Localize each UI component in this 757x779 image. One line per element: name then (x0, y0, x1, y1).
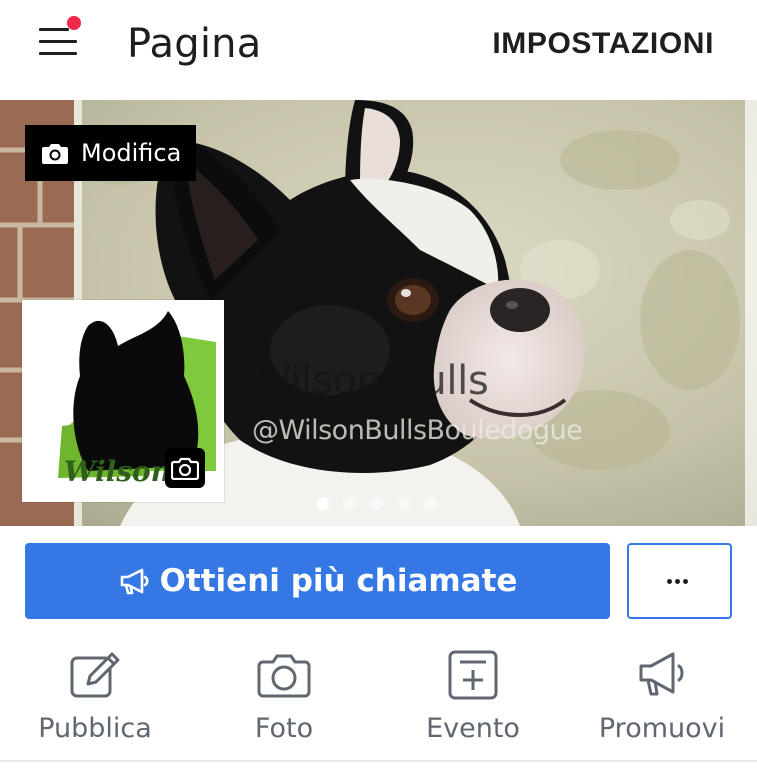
shortcut-photo[interactable]: Foto (199, 640, 369, 755)
get-more-calls-label: Ottieni più chiamate (159, 563, 518, 599)
profile-picture[interactable]: Wilson (22, 300, 224, 502)
menu-button[interactable] (28, 16, 90, 72)
top-bar: Pagina IMPOSTAZIONI (0, 0, 757, 100)
carousel-dot[interactable] (370, 497, 383, 510)
shortcut-promote-label: Promuovi (598, 713, 726, 744)
hamburger-line (39, 40, 77, 43)
hamburger-menu-icon (39, 28, 69, 31)
carousel-indicator (316, 497, 451, 510)
calendar-plus-icon (448, 650, 498, 700)
megaphone-icon (639, 652, 684, 696)
camera-icon (171, 457, 199, 480)
page-name: Wilson Bulls (252, 358, 489, 404)
edit-cover-button[interactable]: Modifica (25, 125, 196, 181)
cover-photo[interactable]: Modifica Wilson Wilson Bulls @WilsonBull… (0, 100, 757, 526)
page-handle: @WilsonBullsBouledogue (252, 415, 583, 446)
edit-cover-label: Modifica (81, 139, 182, 167)
settings-button[interactable]: IMPOSTAZIONI (492, 24, 714, 64)
svg-text:Wilson: Wilson (64, 455, 171, 488)
edit-post-icon (70, 652, 120, 698)
shortcut-event[interactable]: Evento (388, 640, 558, 755)
page-title: Pagina (127, 21, 262, 67)
carousel-dot[interactable] (397, 497, 410, 510)
more-options-button[interactable] (627, 543, 732, 619)
megaphone-icon (120, 568, 149, 595)
shortcut-post-label: Pubblica (38, 713, 152, 744)
dot (683, 579, 688, 584)
carousel-dot[interactable] (424, 497, 437, 510)
shortcut-photo-label: Foto (254, 713, 314, 744)
notification-dot (67, 16, 81, 30)
divider (0, 760, 757, 762)
carousel-dot[interactable] (316, 497, 329, 510)
shortcut-promote[interactable]: Promuovi (577, 640, 747, 755)
hamburger-line (39, 52, 77, 55)
camera-icon (257, 654, 311, 698)
profile-camera-button[interactable] (165, 448, 205, 488)
dot (667, 579, 672, 584)
dot (675, 579, 680, 584)
more-dots-icon (667, 579, 691, 584)
carousel-dot[interactable] (343, 497, 356, 510)
camera-icon (42, 144, 68, 164)
shortcut-post[interactable]: Pubblica (10, 640, 180, 755)
get-more-calls-button[interactable]: Ottieni più chiamate (25, 543, 610, 619)
shortcut-event-label: Evento (426, 713, 520, 744)
